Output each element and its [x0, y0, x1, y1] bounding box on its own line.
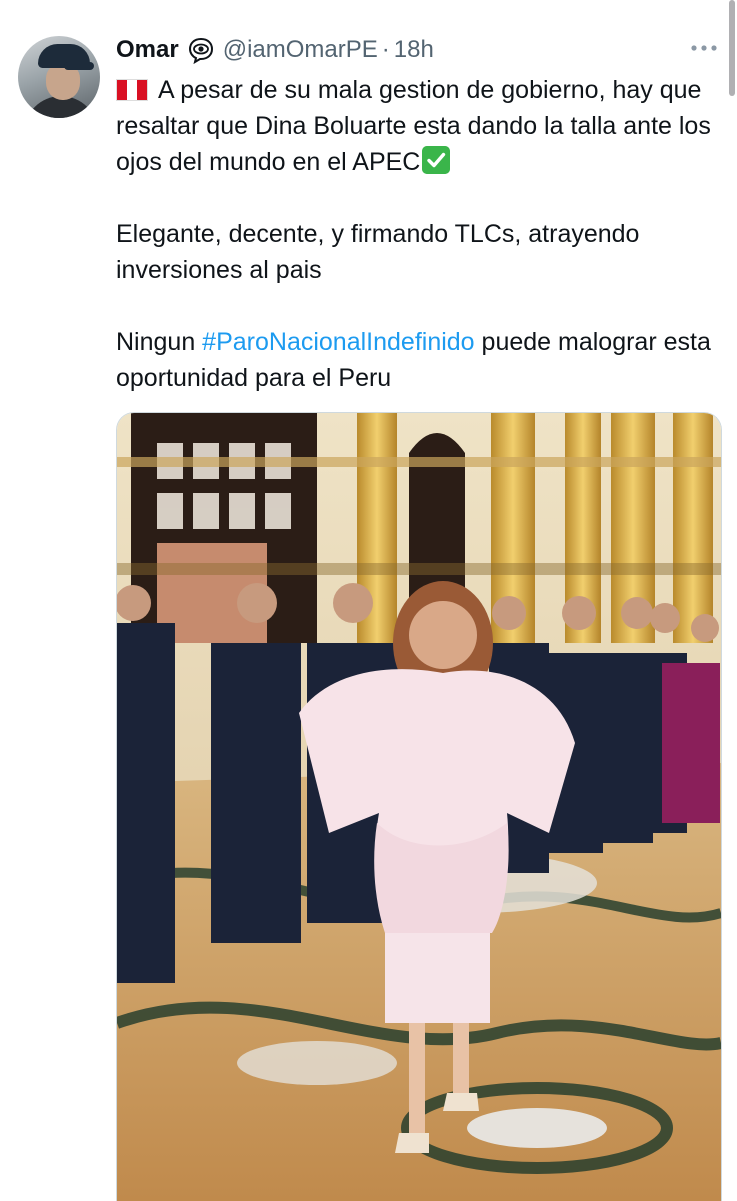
tweet-header: Omar @iamOmarPE · 18h: [116, 34, 434, 66]
scroll-indicator: [729, 0, 735, 96]
header-separator: ·: [381, 36, 390, 63]
tweet-photo[interactable]: [116, 412, 722, 1201]
author-avatar[interactable]: [18, 36, 100, 118]
tweet-text: A pesar de su mala gestion de gobierno, …: [116, 72, 728, 396]
tweet-paragraph-1: A pesar de su mala gestion de gobierno, …: [116, 72, 728, 180]
tweet[interactable]: Omar @iamOmarPE · 18h A pesar de su mala…: [0, 0, 737, 1201]
check-mark-button-icon: [422, 146, 451, 174]
tweet-paragraph-2: Elegante, decente, y firmando TLCs, atra…: [116, 220, 640, 284]
hashtag-link[interactable]: #ParoNacionalIndefinido: [202, 328, 474, 356]
eye-in-speech-bubble-icon: [188, 37, 213, 64]
photo-scene: [117, 413, 721, 1201]
author-name[interactable]: Omar: [116, 36, 179, 64]
tweet-paragraph-3: Ningun #ParoNacionalIndefinido puede mal…: [116, 324, 728, 396]
paragraph-3-before: Ningun: [116, 328, 203, 356]
avatar-cap-brim: [64, 62, 94, 70]
paragraph-1-text: A pesar de su mala gestion de gobierno, …: [116, 76, 711, 176]
peru-flag-icon: [116, 79, 148, 101]
author-handle[interactable]: @iamOmarPE: [223, 36, 378, 64]
timestamp[interactable]: 18h: [394, 36, 434, 64]
more-horizontal-icon[interactable]: [688, 34, 720, 62]
